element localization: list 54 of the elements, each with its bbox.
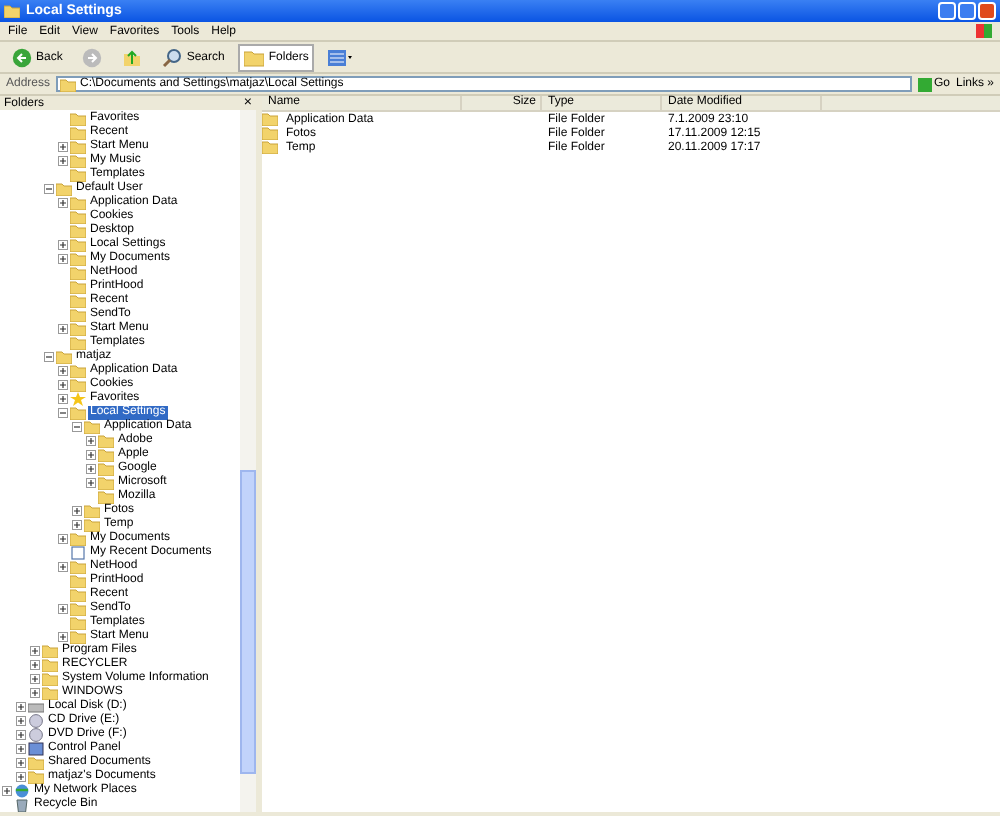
scrollbar-thumb[interactable] — [240, 470, 256, 774]
expand-toggle[interactable] — [2, 786, 12, 796]
expand-toggle[interactable] — [30, 660, 40, 670]
expand-toggle[interactable] — [16, 702, 26, 712]
expand-toggle[interactable] — [58, 156, 68, 166]
expand-toggle[interactable] — [86, 464, 96, 474]
expand-toggle[interactable] — [58, 394, 68, 404]
flag-logo-icon — [976, 24, 992, 38]
expand-toggle[interactable] — [58, 198, 68, 208]
expand-toggle[interactable] — [30, 688, 40, 698]
expand-toggle[interactable] — [16, 772, 26, 782]
expand-toggle[interactable] — [30, 674, 40, 684]
expand-toggle[interactable] — [16, 758, 26, 768]
maximize-button[interactable] — [958, 2, 976, 20]
globe-icon — [14, 784, 30, 798]
expand-toggle[interactable] — [58, 604, 68, 614]
drive-icon — [28, 700, 44, 714]
expand-toggle[interactable] — [58, 534, 68, 544]
expand-toggle[interactable] — [16, 716, 26, 726]
folder-icon — [244, 47, 265, 67]
expand-toggle[interactable] — [58, 380, 68, 390]
back-arrow-icon — [12, 47, 32, 67]
expand-toggle[interactable] — [86, 450, 96, 460]
collapse-toggle[interactable] — [58, 408, 68, 418]
bin-icon — [14, 798, 30, 812]
expand-toggle[interactable] — [58, 562, 68, 572]
expand-toggle[interactable] — [16, 744, 26, 754]
expand-toggle[interactable] — [58, 240, 68, 250]
expand-toggle[interactable] — [72, 520, 82, 530]
expand-toggle[interactable] — [58, 254, 68, 264]
document-icon — [70, 546, 86, 560]
scrollbar[interactable] — [240, 110, 256, 812]
expand-toggle[interactable] — [86, 478, 96, 488]
forward-arrow-icon — [82, 47, 103, 67]
search-icon — [162, 47, 183, 67]
expand-toggle[interactable] — [16, 730, 26, 740]
expand-toggle[interactable] — [58, 366, 68, 376]
folder-icon — [60, 77, 77, 91]
control-panel-icon — [28, 742, 44, 756]
folder-icon — [4, 4, 20, 18]
collapse-toggle[interactable] — [72, 422, 82, 432]
expand-toggle[interactable] — [58, 324, 68, 334]
star-icon — [70, 392, 86, 406]
close-button[interactable] — [978, 2, 996, 20]
collapse-toggle[interactable] — [44, 184, 54, 194]
expand-toggle[interactable] — [58, 632, 68, 642]
up-folder-icon — [122, 47, 143, 67]
expand-toggle[interactable] — [58, 142, 68, 152]
expand-toggle[interactable] — [72, 506, 82, 516]
expand-toggle[interactable] — [30, 646, 40, 656]
expand-toggle[interactable] — [86, 436, 96, 446]
views-icon — [328, 47, 353, 67]
collapse-toggle[interactable] — [44, 352, 54, 362]
minimize-button[interactable] — [938, 2, 956, 20]
